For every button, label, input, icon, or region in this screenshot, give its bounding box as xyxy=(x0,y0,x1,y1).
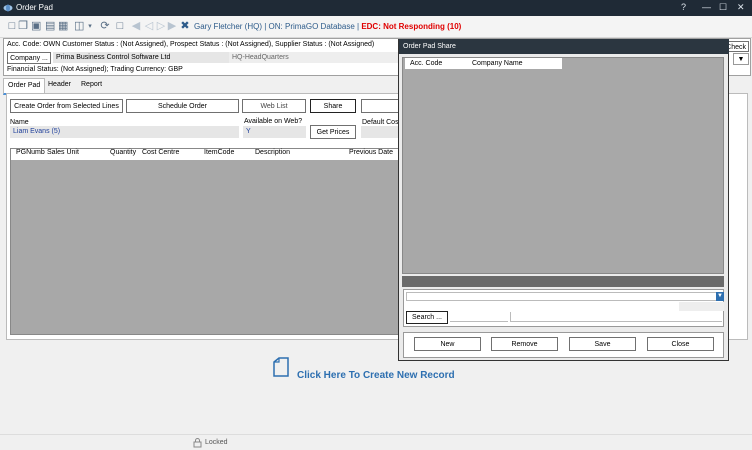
maximize-button[interactable]: ☐ xyxy=(719,2,727,13)
default-cost-label: Default Cost xyxy=(362,119,401,126)
last-record-icon[interactable]: ▶ xyxy=(167,20,177,33)
user-status: Gary Fletcher (HQ) | ON: PrimaGO Databas… xyxy=(194,22,461,31)
dialog-title: Order Pad Share xyxy=(399,39,729,54)
get-prices-button[interactable]: Get Prices xyxy=(310,125,356,139)
branch-field[interactable]: HQ-HeadQuarters xyxy=(229,52,399,63)
toolbar: □ ❐ ▣ ▤ ▦ ◫ ▾ ⟳ □ ◀ ◁ ▷ ▶ ✖ Gary Fletche… xyxy=(0,16,752,38)
schedule-order-button[interactable]: Schedule Order xyxy=(126,99,239,113)
export-icon[interactable]: ◫ xyxy=(74,20,84,33)
create-new-record-link[interactable]: Click Here To Create New Record xyxy=(270,357,470,385)
column-header[interactable]: Cost Centre xyxy=(142,149,180,156)
save-button[interactable]: Save xyxy=(569,337,636,351)
app-icon xyxy=(3,4,13,12)
available-on-web-label: Available on Web? xyxy=(244,118,303,125)
search-button[interactable]: Search ... xyxy=(406,311,448,324)
share-grid[interactable] xyxy=(402,57,724,274)
company-button[interactable]: Company ... xyxy=(7,52,51,64)
extra-button[interactable] xyxy=(361,99,401,113)
window-title: Order Pad xyxy=(16,3,53,12)
account-status-line: Acc. Code: OWN Customer Status : (Not As… xyxy=(7,41,375,48)
edc-status: EDC: Not Responding (10) xyxy=(361,22,462,31)
previous-record-icon[interactable]: ◁ xyxy=(144,20,154,33)
close-button[interactable]: Close xyxy=(647,337,714,351)
tab-report[interactable]: Report xyxy=(77,78,106,92)
title-bar: Order Pad ? — ☐ ✕ xyxy=(0,0,752,16)
search-combo[interactable] xyxy=(406,292,717,301)
column-header[interactable]: Quantity xyxy=(110,149,137,156)
default-cost-field[interactable] xyxy=(361,126,401,138)
first-record-icon[interactable]: ◀ xyxy=(131,20,141,33)
next-record-icon[interactable]: ▷ xyxy=(156,20,166,33)
column-header[interactable]: Previous Date xyxy=(349,149,393,156)
order-lines-grid[interactable] xyxy=(10,148,402,335)
document-icon xyxy=(273,357,289,377)
column-header[interactable]: Sales Unit xyxy=(47,149,79,156)
minimize-button[interactable]: — xyxy=(702,2,711,12)
name-field[interactable]: Liam Evans (5) xyxy=(10,126,239,138)
export-dropdown-icon[interactable]: ▾ xyxy=(85,20,95,33)
tab-header[interactable]: Header xyxy=(44,78,75,92)
search-extra-field xyxy=(679,302,724,311)
share-grid-scrollbar[interactable] xyxy=(402,276,724,287)
column-header[interactable]: Acc. Code xyxy=(410,60,442,67)
search-dropdown-icon[interactable]: ▼ xyxy=(716,292,724,301)
column-header[interactable]: Company Name xyxy=(472,60,523,67)
search-input[interactable] xyxy=(450,312,508,322)
tools-icon[interactable]: ✖ xyxy=(180,20,190,33)
refresh-icon[interactable]: ⟳ xyxy=(100,20,110,33)
create-new-record-text[interactable]: Click Here To Create New Record xyxy=(297,370,455,381)
branch-dropdown-icon[interactable]: ▼ xyxy=(733,53,749,65)
new-button[interactable]: New xyxy=(414,337,481,351)
attach-icon[interactable]: □ xyxy=(115,20,125,33)
search-result-field[interactable] xyxy=(510,312,722,322)
remove-button[interactable]: Remove xyxy=(491,337,558,351)
delete-icon[interactable]: ▦ xyxy=(58,20,68,33)
status-bar: Locked xyxy=(0,434,752,450)
name-label: Name xyxy=(10,119,29,126)
available-on-web-field[interactable]: Y xyxy=(243,126,306,138)
search-panel: ▼ Search ... xyxy=(403,289,724,327)
user-database-text: Gary Fletcher (HQ) | ON: PrimaGO Databas… xyxy=(194,22,362,31)
close-window-button[interactable]: ✕ xyxy=(737,2,745,13)
web-list-button[interactable]: Web List xyxy=(242,99,306,113)
column-header[interactable]: ItemCode xyxy=(204,149,235,156)
lock-status-text: Locked xyxy=(205,439,228,446)
new-document-icon[interactable]: □ xyxy=(7,20,17,33)
help-button[interactable]: ? xyxy=(681,2,686,12)
print-icon[interactable]: ▤ xyxy=(45,20,55,33)
lock-icon xyxy=(193,438,202,448)
save-icon[interactable]: ▣ xyxy=(31,20,41,33)
column-header[interactable]: PGNumb xyxy=(16,149,45,156)
column-header[interactable]: Description xyxy=(255,149,291,156)
financial-status-line: Financial Status: (Not Assigned); Tradin… xyxy=(7,66,183,73)
create-order-button[interactable]: Create Order from Selected Lines xyxy=(10,99,123,113)
share-button[interactable]: Share xyxy=(310,99,356,113)
copy-icon[interactable]: ❐ xyxy=(18,20,28,33)
